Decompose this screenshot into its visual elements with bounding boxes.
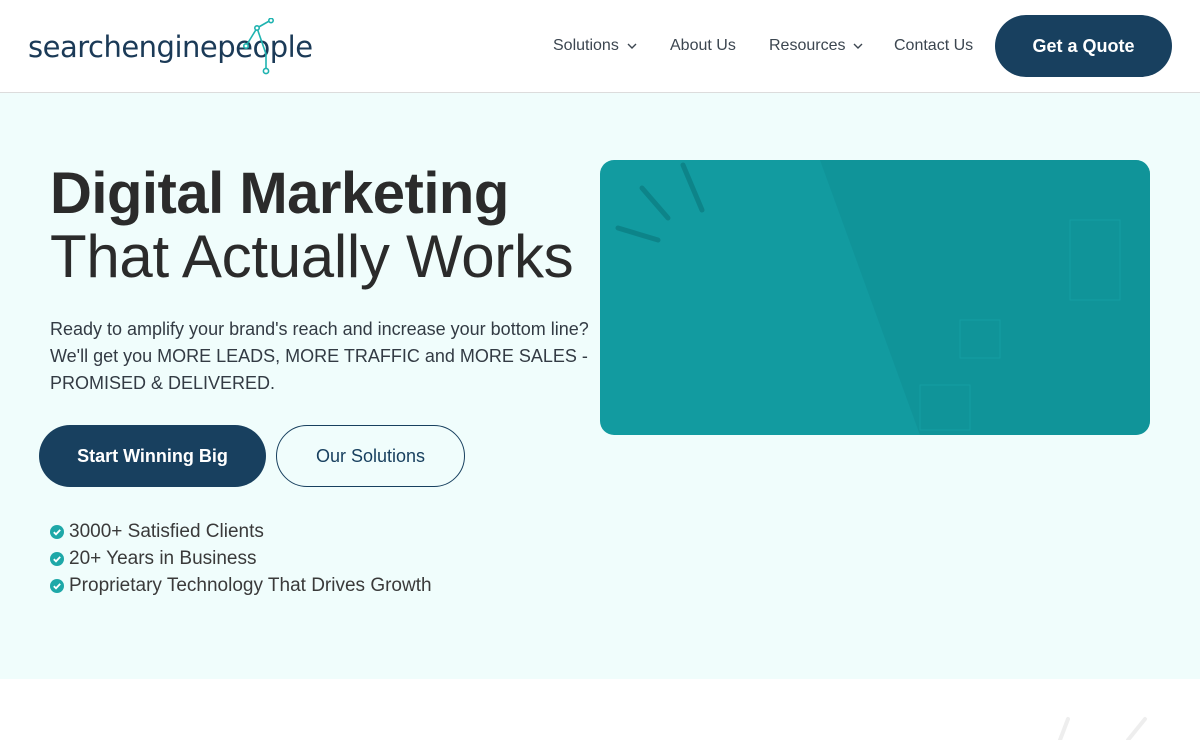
- check-circle-icon: [50, 524, 64, 539]
- checklist-item: 3000+ Satisfied Clients: [50, 518, 432, 545]
- nav-resources[interactable]: Resources: [769, 36, 863, 56]
- nav-contact-us[interactable]: Contact Us: [894, 36, 973, 56]
- get-a-quote-button[interactable]: Get a Quote: [995, 15, 1172, 77]
- hero-lead-text: Ready to amplify your brand's reach and …: [50, 319, 589, 393]
- chevron-down-icon: [853, 43, 863, 49]
- checklist-item-text: 20+ Years in Business: [69, 547, 257, 569]
- hero-media-panel: [600, 160, 1150, 435]
- nav-contact-us-label: Contact Us: [894, 37, 974, 54]
- nav-solutions[interactable]: Solutions: [553, 36, 637, 56]
- nav-about-us-label: About Us: [670, 37, 736, 54]
- checklist-item-text: 3000+ Satisfied Clients: [69, 520, 264, 542]
- hero-title-line2: That Actually Works: [50, 223, 574, 290]
- check-circle-icon: [50, 551, 64, 566]
- hero-checklist: 3000+ Satisfied Clients 20+ Years in Bus…: [50, 518, 432, 599]
- nav-solutions-label: Solutions: [553, 37, 619, 54]
- decorative-lines: [1058, 717, 1147, 742]
- check-circle-icon: [50, 578, 64, 593]
- checklist-item-text: Proprietary Technology That Drives Growt…: [69, 574, 432, 596]
- nav-about-us[interactable]: About Us: [670, 36, 736, 56]
- nav-resources-label: Resources: [769, 37, 846, 54]
- checklist-item: 20+ Years in Business: [50, 545, 432, 572]
- hero-media-graphic: [615, 160, 1150, 435]
- next-section: [0, 679, 1200, 742]
- checklist-item: Proprietary Technology That Drives Growt…: [50, 572, 432, 599]
- logo-molecule-icon: [243, 18, 274, 75]
- site-logo[interactable]: searchenginepeople: [28, 18, 318, 76]
- start-winning-big-button[interactable]: Start Winning Big: [39, 425, 266, 487]
- chevron-down-icon: [627, 43, 637, 49]
- our-solutions-button[interactable]: Our Solutions: [276, 425, 465, 487]
- hero-title-line1: Digital Marketing: [50, 161, 509, 226]
- site-header: searchenginepeople Solutions About Us Re…: [0, 0, 1200, 93]
